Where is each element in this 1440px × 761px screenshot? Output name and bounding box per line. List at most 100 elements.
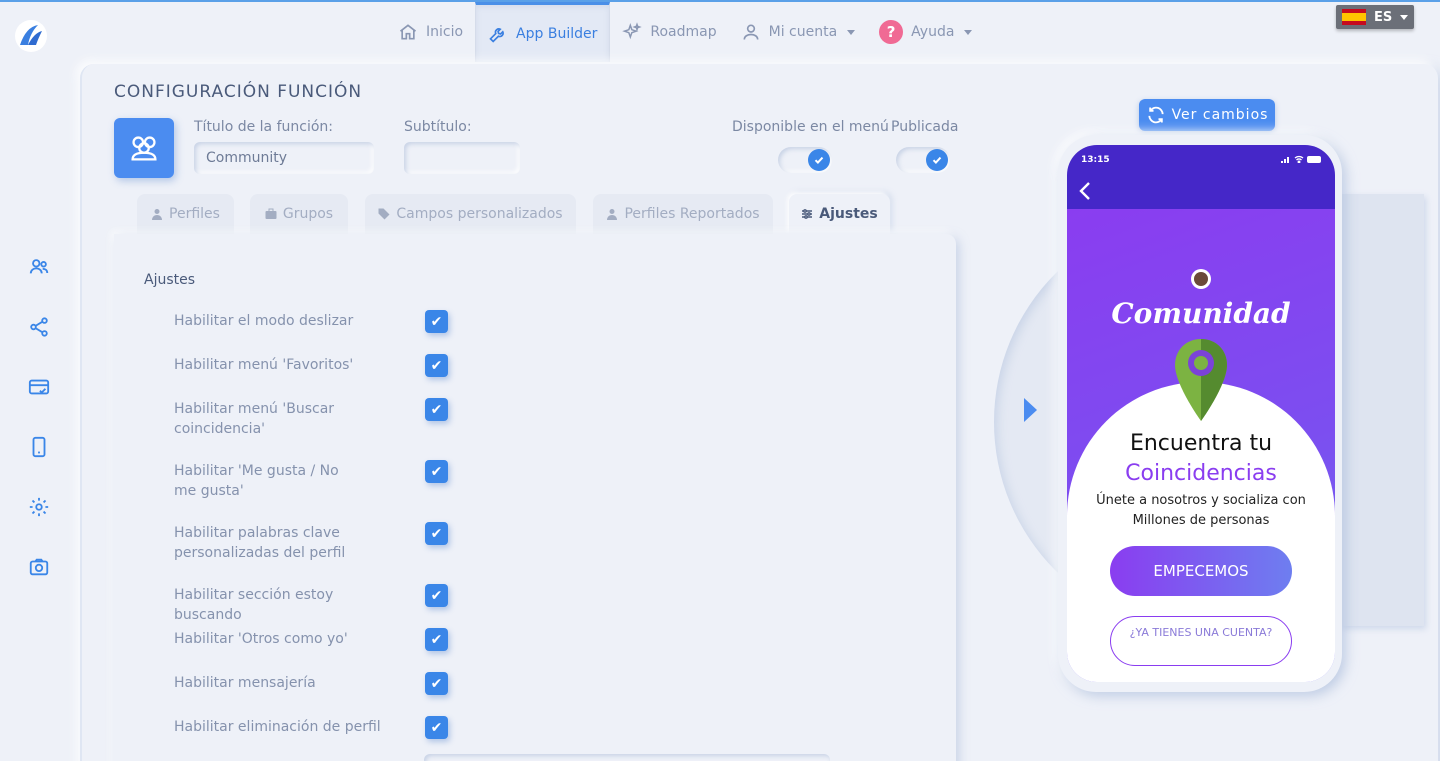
app-logo[interactable]	[14, 19, 48, 53]
setting-checkbox[interactable]: ✔	[425, 584, 448, 607]
nav-mi-cuenta-label: Mi cuenta	[768, 24, 838, 40]
sidebar-item-settings[interactable]	[20, 488, 58, 526]
published-toggle[interactable]	[896, 147, 950, 173]
language-code: ES	[1374, 9, 1393, 25]
have-account-button[interactable]: ¿YA TIENES UNA CUENTA?	[1110, 616, 1292, 666]
preview-heading: Encuentra tu	[1129, 431, 1273, 456]
setting-label: Habilitar menú 'Buscar coincidencia'	[174, 401, 335, 437]
users-icon	[29, 259, 49, 274]
avatar	[1191, 269, 1211, 289]
nav-inicio-label: Inicio	[426, 24, 464, 40]
subtitle-input[interactable]	[404, 142, 520, 174]
logo-icon	[15, 20, 47, 52]
wifi-icon	[1294, 155, 1304, 163]
signal-icon	[1281, 157, 1289, 163]
user-icon	[743, 24, 759, 40]
tab-grupos-label: Grupos	[282, 206, 334, 222]
card-check-icon	[28, 379, 50, 395]
camera-icon	[29, 558, 49, 576]
nav-ayuda[interactable]: ? Ayuda	[867, 2, 984, 62]
ver-cambios-label: Ver cambios	[1171, 107, 1269, 123]
home-icon	[399, 24, 417, 40]
nav-app-builder-label: App Builder	[516, 25, 598, 42]
sidebar-item-users[interactable]	[20, 248, 58, 286]
sidebar-item-share[interactable]	[20, 308, 58, 346]
ver-cambios-button[interactable]: Ver cambios	[1139, 99, 1275, 131]
sidebar-item-payments[interactable]	[20, 368, 58, 406]
nav-inicio[interactable]: Inicio	[386, 2, 475, 62]
phone-screen: 13:15 Comunidad Encuentra tu Coincidenci…	[1067, 145, 1335, 682]
settings-title: Ajustes	[144, 272, 196, 288]
share-icon	[30, 317, 48, 337]
preview-app-title: Comunidad	[1111, 297, 1291, 330]
setting-label: Habilitar 'Otros como yo'	[174, 631, 348, 647]
tab-grupos[interactable]: Grupos	[250, 194, 348, 234]
sliders-icon	[802, 209, 813, 219]
chevron-down-icon	[964, 29, 973, 35]
nav-mi-cuenta[interactable]: Mi cuenta	[729, 2, 868, 62]
page-title: CONFIGURACIÓN FUNCIÓN	[114, 82, 363, 102]
location-pin-icon	[1175, 339, 1227, 421]
published-toggle-label: Publicada	[891, 119, 959, 135]
back-arrow-icon[interactable]	[1077, 181, 1093, 201]
user-icon	[607, 209, 618, 220]
tab-campos-label: Campos personalizados	[396, 206, 563, 222]
setting-checkbox[interactable]: ✔	[425, 628, 448, 651]
phone-icon	[32, 436, 46, 458]
setting-label: Habilitar sección estoy buscando	[174, 587, 334, 623]
help-icon: ?	[879, 20, 904, 44]
setting-label: Habilitar mensajería	[174, 675, 316, 691]
community-icon	[131, 136, 157, 161]
tab-perfiles-reportados[interactable]: Perfiles Reportados	[593, 194, 773, 234]
tab-ajustes[interactable]: Ajustes	[789, 194, 890, 234]
setting-checkbox[interactable]: ✔	[425, 460, 448, 483]
feature-icon[interactable]	[114, 118, 174, 178]
check-icon	[808, 149, 830, 171]
setting-checkbox[interactable]: ✔	[425, 716, 448, 739]
tag-icon	[378, 208, 390, 220]
sidebar-item-mobile[interactable]	[20, 428, 58, 466]
setting-label: Habilitar el modo deslizar	[174, 313, 354, 329]
gear-icon	[29, 497, 49, 517]
setting-checkbox[interactable]: ✔	[425, 310, 448, 333]
setting-label: Habilitar menú 'Favoritos'	[174, 357, 354, 373]
sidebar-item-camera[interactable]	[20, 548, 58, 586]
sidebar	[20, 248, 58, 608]
title-input[interactable]	[194, 142, 374, 174]
tab-campos-personalizados[interactable]: Campos personalizados	[365, 194, 576, 234]
user-icon	[152, 209, 163, 220]
menu-toggle[interactable]	[778, 147, 832, 173]
preview-subtext: Únete a nosotros y socializa con Millone…	[1096, 493, 1306, 528]
phone-time: 13:15	[1081, 155, 1110, 165]
chevron-down-icon	[1400, 14, 1409, 20]
chevron-down-icon	[847, 29, 856, 35]
setting-checkbox[interactable]: ✔	[425, 522, 448, 545]
language-selector[interactable]: ES	[1336, 5, 1414, 29]
briefcase-icon	[265, 208, 277, 219]
setting-label: Habilitar palabras clave personalizadas …	[174, 525, 346, 561]
setting-input-partial[interactable]	[424, 754, 830, 761]
sparkle-icon	[622, 22, 643, 40]
preview-heading-accent: Coincidencias	[1125, 461, 1277, 486]
tab-perfiles[interactable]: Perfiles	[137, 194, 234, 234]
setting-checkbox[interactable]: ✔	[425, 672, 448, 695]
setting-checkbox[interactable]: ✔	[425, 398, 448, 421]
nav-roadmap-label: Roadmap	[650, 24, 717, 40]
preview-next-arrow-icon[interactable]	[1024, 398, 1037, 422]
subtitle-field-label: Subtítulo:	[404, 119, 472, 135]
nav-app-builder[interactable]: App Builder	[475, 2, 611, 62]
wrench-icon	[489, 27, 504, 43]
nav-roadmap[interactable]: Roadmap	[610, 2, 728, 62]
battery-icon	[1307, 155, 1321, 163]
tab-perfiles-label: Perfiles	[169, 206, 220, 222]
phone-status-bar: 13:15	[1067, 145, 1335, 209]
refresh-icon	[1147, 106, 1164, 124]
setting-label: Habilitar 'Me gusta / No me gusta'	[174, 463, 339, 499]
top-navigation: Inicio App Builder Roadmap Mi cuenta ? A…	[386, 2, 984, 62]
tab-ajustes-label: Ajustes	[819, 206, 878, 222]
start-button[interactable]: EMPECEMOS	[1110, 546, 1292, 596]
setting-checkbox[interactable]: ✔	[425, 354, 448, 377]
nav-ayuda-label: Ayuda	[911, 24, 955, 40]
check-icon	[926, 149, 948, 171]
tab-reportados-label: Perfiles Reportados	[624, 206, 760, 222]
